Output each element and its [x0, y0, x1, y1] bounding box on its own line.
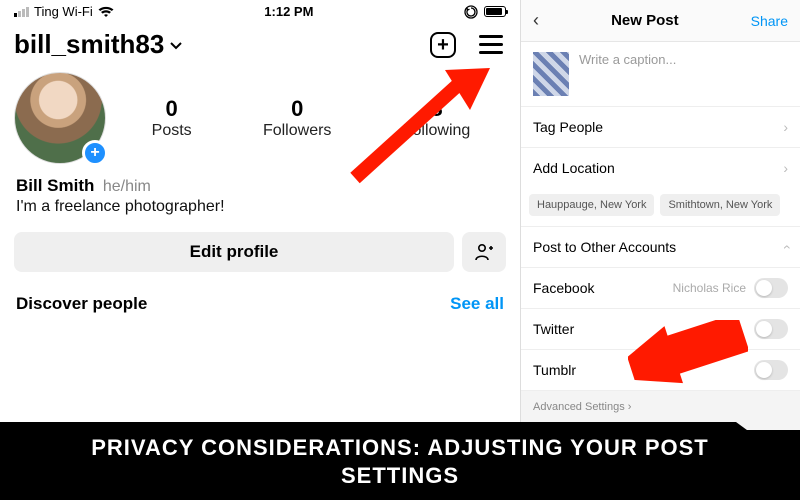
- username-text: bill_smith83: [14, 29, 164, 60]
- menu-button[interactable]: [476, 30, 506, 60]
- chevron-up-icon: ›: [778, 245, 794, 250]
- caption-row[interactable]: Write a caption...: [521, 42, 800, 107]
- location-suggestions: Hauppauge, New York Smithtown, New York: [521, 188, 800, 227]
- avatar[interactable]: +: [14, 72, 106, 164]
- following-label: Following: [403, 122, 471, 140]
- facebook-toggle[interactable]: [754, 278, 788, 298]
- edit-profile-button[interactable]: Edit profile: [14, 232, 454, 272]
- post-other-label: Post to Other Accounts: [533, 239, 676, 255]
- stat-posts[interactable]: 0 Posts: [152, 96, 192, 140]
- twitter-toggle[interactable]: [754, 319, 788, 339]
- discover-label: Discover people: [16, 294, 147, 314]
- followers-count: 0: [263, 96, 331, 122]
- facebook-row: Facebook Nicholas Rice: [521, 268, 800, 309]
- create-post-button[interactable]: +: [428, 30, 458, 60]
- clock: 1:12 PM: [264, 4, 313, 19]
- following-count: 8: [403, 96, 471, 122]
- tumblr-label: Tumblr: [533, 362, 576, 378]
- profile-screen: Ting Wi-Fi 1:12 PM bill_smith83 +: [0, 0, 520, 430]
- stat-following[interactable]: 8 Following: [403, 96, 471, 140]
- new-post-screen: ‹ New Post Share Write a caption... Tag …: [520, 0, 800, 430]
- twitter-row: Twitter: [521, 309, 800, 350]
- add-story-button[interactable]: +: [82, 140, 108, 166]
- tumblr-row: Tumblr: [521, 350, 800, 391]
- followers-label: Followers: [263, 122, 331, 140]
- banner-text: PRIVACY CONSIDERATIONS: ADJUSTING YOUR P…: [0, 422, 800, 489]
- posts-count: 0: [152, 96, 192, 122]
- see-all-link[interactable]: See all: [450, 294, 504, 314]
- add-location-row[interactable]: Add Location ›: [521, 148, 800, 188]
- caption-placeholder: Write a caption...: [579, 52, 676, 96]
- facebook-account: Nicholas Rice: [673, 281, 746, 295]
- bio-text: I'm a freelance photographer!: [16, 198, 504, 216]
- bio-section: Bill Smith he/him I'm a freelance photog…: [0, 170, 520, 226]
- tumblr-toggle[interactable]: [754, 360, 788, 380]
- username-dropdown[interactable]: bill_smith83: [14, 29, 184, 60]
- advanced-settings-link[interactable]: Advanced Settings ›: [521, 391, 800, 423]
- back-button[interactable]: ‹: [533, 10, 539, 31]
- chevron-right-icon: ›: [783, 119, 788, 135]
- stat-followers[interactable]: 0 Followers: [263, 96, 331, 140]
- post-thumbnail: [533, 52, 569, 96]
- chevron-down-icon: [168, 37, 184, 53]
- twitter-label: Twitter: [533, 321, 574, 337]
- plus-box-icon: +: [430, 32, 456, 58]
- status-bar: Ting Wi-Fi 1:12 PM: [0, 0, 520, 21]
- advanced-label: Advanced Settings: [533, 401, 625, 413]
- hamburger-icon: [479, 35, 503, 54]
- post-other-accounts-row[interactable]: Post to Other Accounts ›: [521, 227, 800, 268]
- signal-icon: [14, 7, 29, 17]
- posts-label: Posts: [152, 122, 192, 140]
- chevron-right-icon: ›: [783, 160, 788, 176]
- add-location-label: Add Location: [533, 160, 615, 176]
- orientation-lock-icon: [464, 5, 478, 19]
- tag-people-label: Tag People: [533, 119, 603, 135]
- pronouns: he/him: [103, 178, 151, 195]
- share-button[interactable]: Share: [751, 13, 788, 29]
- facebook-label: Facebook: [533, 280, 594, 296]
- location-chip[interactable]: Smithtown, New York: [660, 194, 780, 216]
- location-chip[interactable]: Hauppauge, New York: [529, 194, 654, 216]
- caption-banner: PRIVACY CONSIDERATIONS: ADJUSTING YOUR P…: [0, 422, 800, 500]
- wifi-icon: [98, 6, 114, 18]
- tag-people-row[interactable]: Tag People ›: [521, 107, 800, 148]
- display-name: Bill Smith: [16, 176, 94, 195]
- chevron-right-icon: ›: [628, 401, 632, 413]
- add-person-icon: [474, 243, 494, 261]
- battery-icon: [484, 6, 506, 17]
- page-title: New Post: [611, 12, 679, 29]
- carrier-label: Ting Wi-Fi: [34, 4, 93, 19]
- discover-people-button[interactable]: [462, 232, 506, 272]
